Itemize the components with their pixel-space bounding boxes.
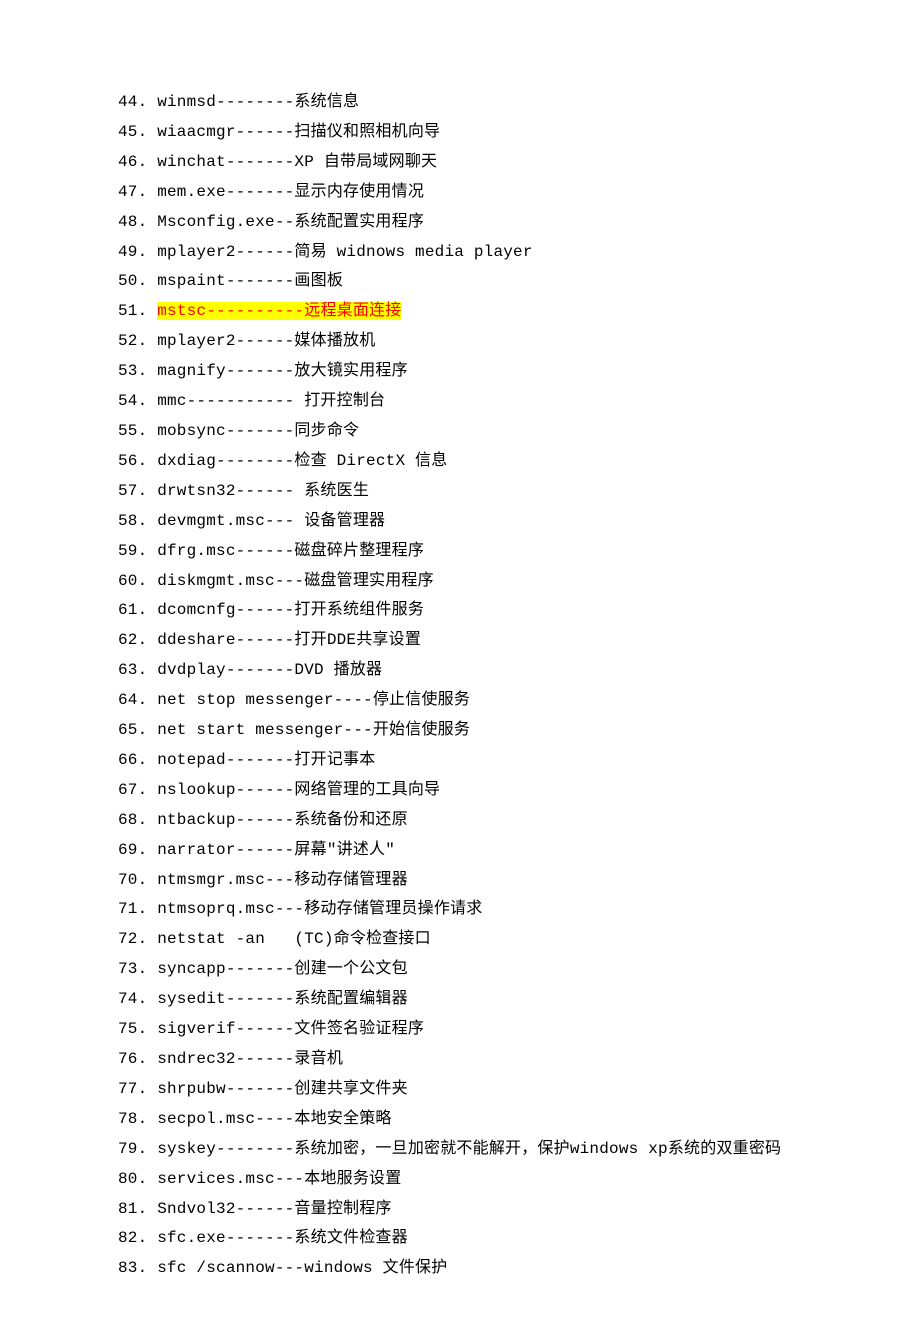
list-item: 62. ddeshare------打开DDE共享设置 bbox=[118, 626, 802, 656]
item-text: 69. narrator------屏幕"讲述人" bbox=[118, 841, 395, 859]
list-item: 63. dvdplay-------DVD 播放器 bbox=[118, 656, 802, 686]
item-text: 62. ddeshare------打开DDE共享设置 bbox=[118, 631, 421, 649]
item-text: 55. mobsync-------同步命令 bbox=[118, 422, 359, 440]
list-item: 68. ntbackup------系统备份和还原 bbox=[118, 806, 802, 836]
list-item: 78. secpol.msc----本地安全策略 bbox=[118, 1105, 802, 1135]
item-text: 73. syncapp-------创建一个公文包 bbox=[118, 960, 408, 978]
item-text: 61. dcomcnfg------打开系统组件服务 bbox=[118, 601, 424, 619]
list-item: 76. sndrec32------录音机 bbox=[118, 1045, 802, 1075]
item-text: 65. net start messenger---开始信使服务 bbox=[118, 721, 470, 739]
item-text: 47. mem.exe-------显示内存使用情况 bbox=[118, 183, 424, 201]
list-item: 71. ntmsoprq.msc---移动存储管理员操作请求 bbox=[118, 895, 802, 925]
list-item: 72. netstat -an (TC)命令检查接口 bbox=[118, 925, 802, 955]
item-text: 58. devmgmt.msc--- 设备管理器 bbox=[118, 512, 385, 530]
list-item: 83. sfc /scannow---windows 文件保护 bbox=[118, 1254, 802, 1284]
list-item: 77. shrpubw-------创建共享文件夹 bbox=[118, 1075, 802, 1105]
item-text: 48. Msconfig.exe--系统配置实用程序 bbox=[118, 213, 424, 231]
item-text: 56. dxdiag--------检查 DirectX 信息 bbox=[118, 452, 447, 470]
list-item: 67. nslookup------网络管理的工具向导 bbox=[118, 776, 802, 806]
list-item: 54. mmc----------- 打开控制台 bbox=[118, 387, 802, 417]
list-item: 66. notepad-------打开记事本 bbox=[118, 746, 802, 776]
list-item: 80. services.msc---本地服务设置 bbox=[118, 1165, 802, 1195]
item-text: 76. sndrec32------录音机 bbox=[118, 1050, 343, 1068]
item-text: 72. netstat -an (TC)命令检查接口 bbox=[118, 930, 431, 948]
item-text: 68. ntbackup------系统备份和还原 bbox=[118, 811, 408, 829]
list-item: 53. magnify-------放大镜实用程序 bbox=[118, 357, 802, 387]
list-item: 49. mplayer2------简易 widnows media playe… bbox=[118, 238, 802, 268]
list-item: 79. syskey--------系统加密，一旦加密就不能解开，保护windo… bbox=[118, 1135, 802, 1165]
item-number: 51. bbox=[118, 302, 157, 320]
item-text: 82. sfc.exe-------系统文件检查器 bbox=[118, 1229, 408, 1247]
item-text: 59. dfrg.msc------磁盘碎片整理程序 bbox=[118, 542, 424, 560]
list-item: 61. dcomcnfg------打开系统组件服务 bbox=[118, 596, 802, 626]
list-item: 64. net stop messenger----停止信使服务 bbox=[118, 686, 802, 716]
list-item: 47. mem.exe-------显示内存使用情况 bbox=[118, 178, 802, 208]
item-text: 74. sysedit-------系统配置编辑器 bbox=[118, 990, 408, 1008]
list-item: 52. mplayer2------媒体播放机 bbox=[118, 327, 802, 357]
document-page: 44. winmsd--------系统信息 45. wiaacmgr------… bbox=[0, 0, 920, 1344]
item-text: 75. sigverif------文件签名验证程序 bbox=[118, 1020, 424, 1038]
list-item: 45. wiaacmgr------扫描仪和照相机向导 bbox=[118, 118, 802, 148]
list-item: 60. diskmgmt.msc---磁盘管理实用程序 bbox=[118, 567, 802, 597]
item-text: 63. dvdplay-------DVD 播放器 bbox=[118, 661, 382, 679]
list-item: 69. narrator------屏幕"讲述人" bbox=[118, 836, 802, 866]
list-item: 81. Sndvol32------音量控制程序 bbox=[118, 1195, 802, 1225]
list-item: 55. mobsync-------同步命令 bbox=[118, 417, 802, 447]
list-item: 58. devmgmt.msc--- 设备管理器 bbox=[118, 507, 802, 537]
item-text: 67. nslookup------网络管理的工具向导 bbox=[118, 781, 440, 799]
list-item: 51. mstsc----------远程桌面连接 bbox=[118, 297, 802, 327]
item-text: 78. secpol.msc----本地安全策略 bbox=[118, 1110, 392, 1128]
item-text: 79. syskey--------系统加密，一旦加密就不能解开，保护windo… bbox=[118, 1140, 781, 1158]
item-text: 52. mplayer2------媒体播放机 bbox=[118, 332, 375, 350]
item-text: 64. net stop messenger----停止信使服务 bbox=[118, 691, 470, 709]
list-item: 65. net start messenger---开始信使服务 bbox=[118, 716, 802, 746]
item-text: 54. mmc----------- 打开控制台 bbox=[118, 392, 385, 410]
item-text: 49. mplayer2------简易 widnows media playe… bbox=[118, 243, 533, 261]
list-item: 50. mspaint-------画图板 bbox=[118, 267, 802, 297]
list-item: 44. winmsd--------系统信息 bbox=[118, 88, 802, 118]
item-text: 50. mspaint-------画图板 bbox=[118, 272, 343, 290]
list-item: 46. winchat-------XP 自带局域网聊天 bbox=[118, 148, 802, 178]
item-text: 77. shrpubw-------创建共享文件夹 bbox=[118, 1080, 408, 1098]
list-item: 73. syncapp-------创建一个公文包 bbox=[118, 955, 802, 985]
highlighted-text: mstsc----------远程桌面连接 bbox=[157, 302, 401, 320]
item-text: 71. ntmsoprq.msc---移动存储管理员操作请求 bbox=[118, 900, 482, 918]
item-text: 60. diskmgmt.msc---磁盘管理实用程序 bbox=[118, 572, 434, 590]
item-text: 83. sfc /scannow---windows 文件保护 bbox=[118, 1259, 447, 1277]
list-item: 59. dfrg.msc------磁盘碎片整理程序 bbox=[118, 537, 802, 567]
item-text: 44. winmsd--------系统信息 bbox=[118, 93, 359, 111]
item-text: 80. services.msc---本地服务设置 bbox=[118, 1170, 401, 1188]
item-text: 45. wiaacmgr------扫描仪和照相机向导 bbox=[118, 123, 440, 141]
list-item: 74. sysedit-------系统配置编辑器 bbox=[118, 985, 802, 1015]
list-item: 75. sigverif------文件签名验证程序 bbox=[118, 1015, 802, 1045]
item-text: 46. winchat-------XP 自带局域网聊天 bbox=[118, 153, 437, 171]
list-item: 48. Msconfig.exe--系统配置实用程序 bbox=[118, 208, 802, 238]
item-text: 57. drwtsn32------ 系统医生 bbox=[118, 482, 369, 500]
list-item: 56. dxdiag--------检查 DirectX 信息 bbox=[118, 447, 802, 477]
item-text: 53. magnify-------放大镜实用程序 bbox=[118, 362, 408, 380]
item-text: 70. ntmsmgr.msc---移动存储管理器 bbox=[118, 871, 408, 889]
list-item: 70. ntmsmgr.msc---移动存储管理器 bbox=[118, 866, 802, 896]
list-item: 57. drwtsn32------ 系统医生 bbox=[118, 477, 802, 507]
item-text: 66. notepad-------打开记事本 bbox=[118, 751, 375, 769]
list-item: 82. sfc.exe-------系统文件检查器 bbox=[118, 1224, 802, 1254]
item-text: 81. Sndvol32------音量控制程序 bbox=[118, 1200, 392, 1218]
